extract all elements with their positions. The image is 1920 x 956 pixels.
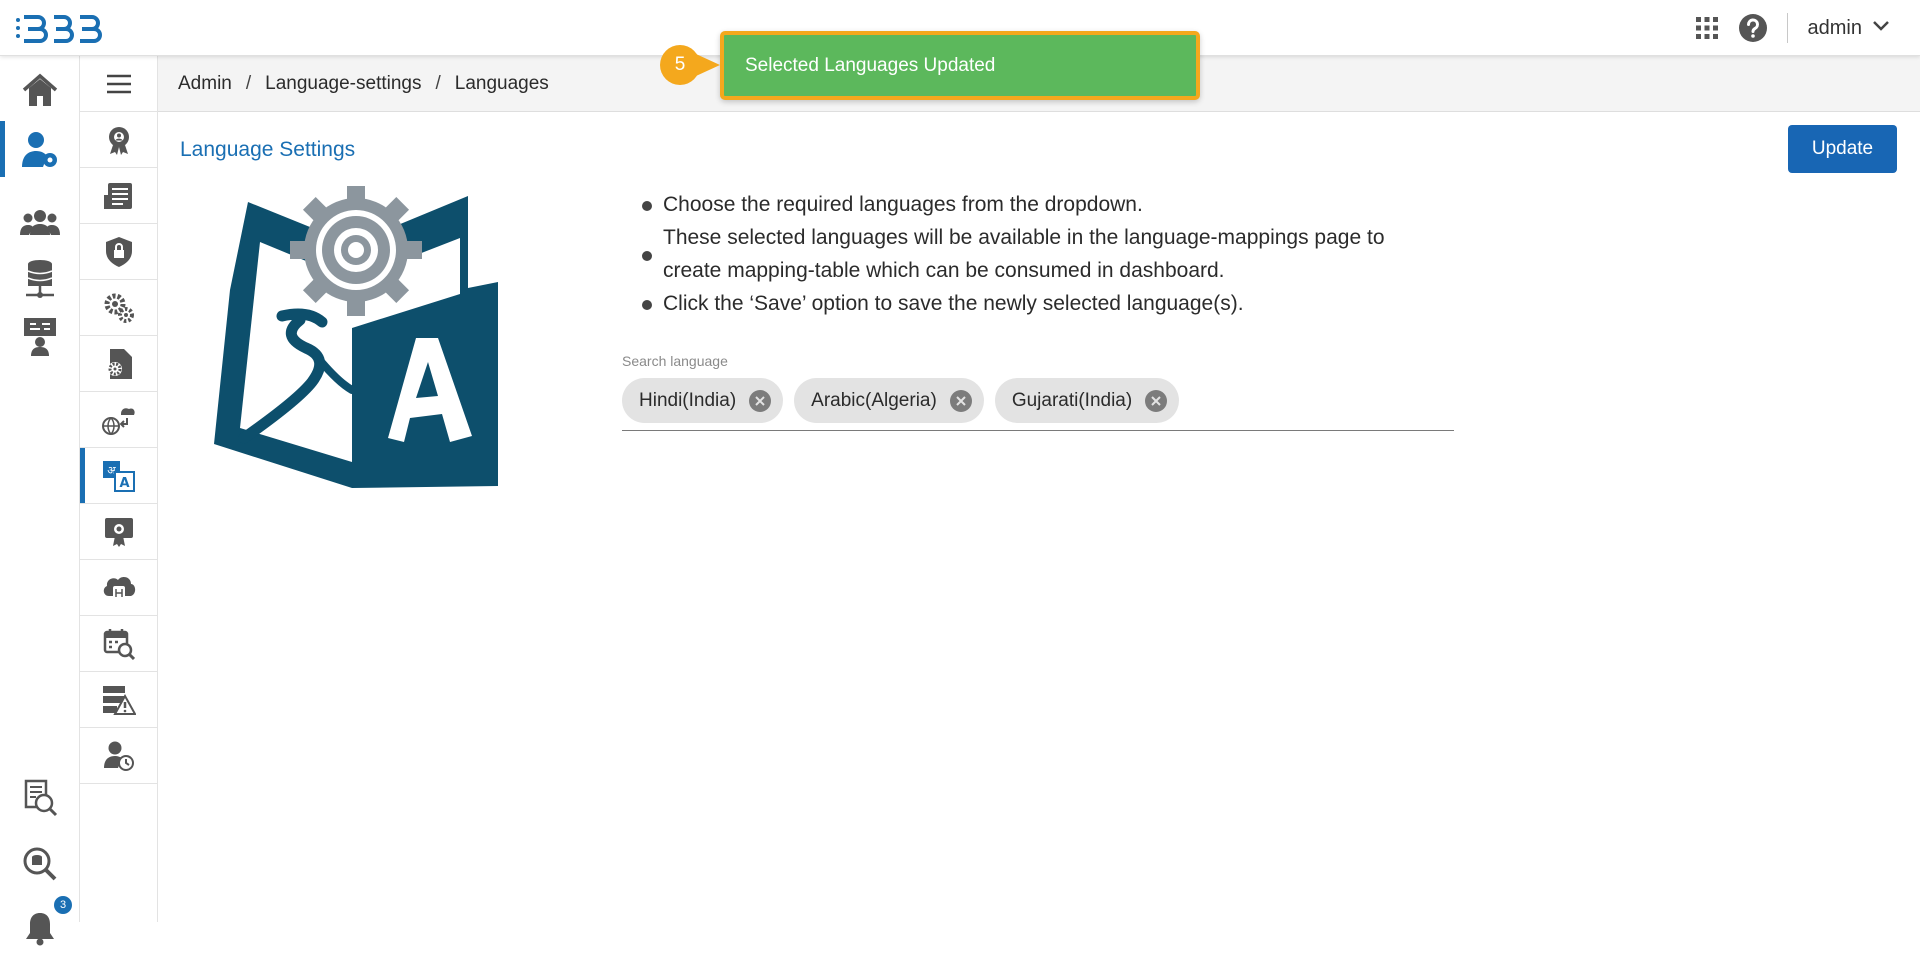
- data-search-icon[interactable]: [0, 836, 80, 892]
- instructions-list: Choose the required languages from the d…: [640, 188, 1440, 320]
- toast-message: Selected Languages Updated: [745, 54, 996, 76]
- breadcrumb-languages: Languages: [454, 72, 549, 94]
- update-button[interactable]: Update: [1788, 125, 1897, 173]
- notification-count-badge: 3: [54, 896, 72, 914]
- instruction-item: These selected languages will be availab…: [640, 221, 1440, 287]
- language-chip[interactable]: Gujarati(India): [994, 378, 1180, 423]
- language-chip-label: Gujarati(India): [1011, 389, 1133, 411]
- report-search-icon[interactable]: [0, 770, 80, 826]
- user-history-icon[interactable]: [80, 728, 157, 784]
- chevron-down-icon[interactable]: [1872, 19, 1890, 37]
- calendar-search-icon[interactable]: [80, 616, 157, 672]
- globe-transfer-icon[interactable]: [80, 392, 157, 448]
- document-settings-icon[interactable]: [80, 168, 157, 224]
- configuration-badge-icon[interactable]: [80, 112, 157, 168]
- bdb-logo[interactable]: [14, 8, 110, 48]
- file-settings-icon[interactable]: [80, 336, 157, 392]
- breadcrumb-language-settings[interactable]: Language-settings: [265, 73, 421, 95]
- breadcrumb-separator: /: [435, 72, 441, 94]
- presentation-user-icon[interactable]: [0, 308, 80, 364]
- search-language-input[interactable]: Hindi(India) Arabic(Algeria) Gujarati(In…: [622, 378, 1454, 431]
- step-badge-pointer: [696, 54, 720, 76]
- top-divider: [1786, 13, 1788, 43]
- apps-grid-icon[interactable]: [1687, 8, 1727, 48]
- gears-icon[interactable]: [80, 280, 157, 336]
- instruction-item: Choose the required languages from the d…: [640, 188, 1440, 221]
- language-chip-label: Hindi(India): [639, 389, 737, 411]
- svg-text:A: A: [119, 476, 129, 491]
- remove-chip-icon[interactable]: [949, 389, 972, 412]
- language-chip-label: Arabic(Algeria): [811, 389, 937, 411]
- users-group-icon[interactable]: [0, 194, 80, 250]
- bell-icon[interactable]: 3: [0, 896, 80, 956]
- primary-sidebar: 3: [0, 56, 80, 946]
- cloud-database-icon[interactable]: [80, 560, 157, 616]
- instruction-item: Click the ‘Save’ option to save the newl…: [640, 287, 1440, 320]
- data-center-icon[interactable]: [0, 251, 80, 307]
- home-icon[interactable]: [0, 62, 80, 118]
- menu-toggle-icon[interactable]: [80, 56, 157, 112]
- language-chip[interactable]: Hindi(India): [622, 378, 784, 423]
- user-name[interactable]: admin: [1808, 17, 1862, 40]
- success-toast[interactable]: Selected Languages Updated: [720, 31, 1200, 100]
- page-title: Language Settings: [180, 138, 356, 161]
- help-icon[interactable]: [1733, 8, 1773, 48]
- admin-user-settings-icon[interactable]: [0, 121, 80, 177]
- remove-chip-icon[interactable]: [749, 389, 772, 412]
- remove-chip-icon[interactable]: [1145, 389, 1168, 412]
- breadcrumb-separator: /: [245, 72, 252, 94]
- shield-lock-icon[interactable]: [80, 224, 157, 280]
- search-language-label: Search language: [622, 353, 728, 369]
- secondary-sidebar: अA: [80, 56, 158, 922]
- breadcrumb-admin[interactable]: Admin: [178, 73, 232, 95]
- certificate-icon[interactable]: [80, 504, 157, 560]
- language-chip[interactable]: Arabic(Algeria): [794, 378, 984, 423]
- step-badge: 5: [660, 45, 700, 85]
- server-warning-icon[interactable]: [80, 672, 157, 728]
- language-settings-illustration: [214, 186, 498, 488]
- language-icon[interactable]: अA: [80, 448, 157, 504]
